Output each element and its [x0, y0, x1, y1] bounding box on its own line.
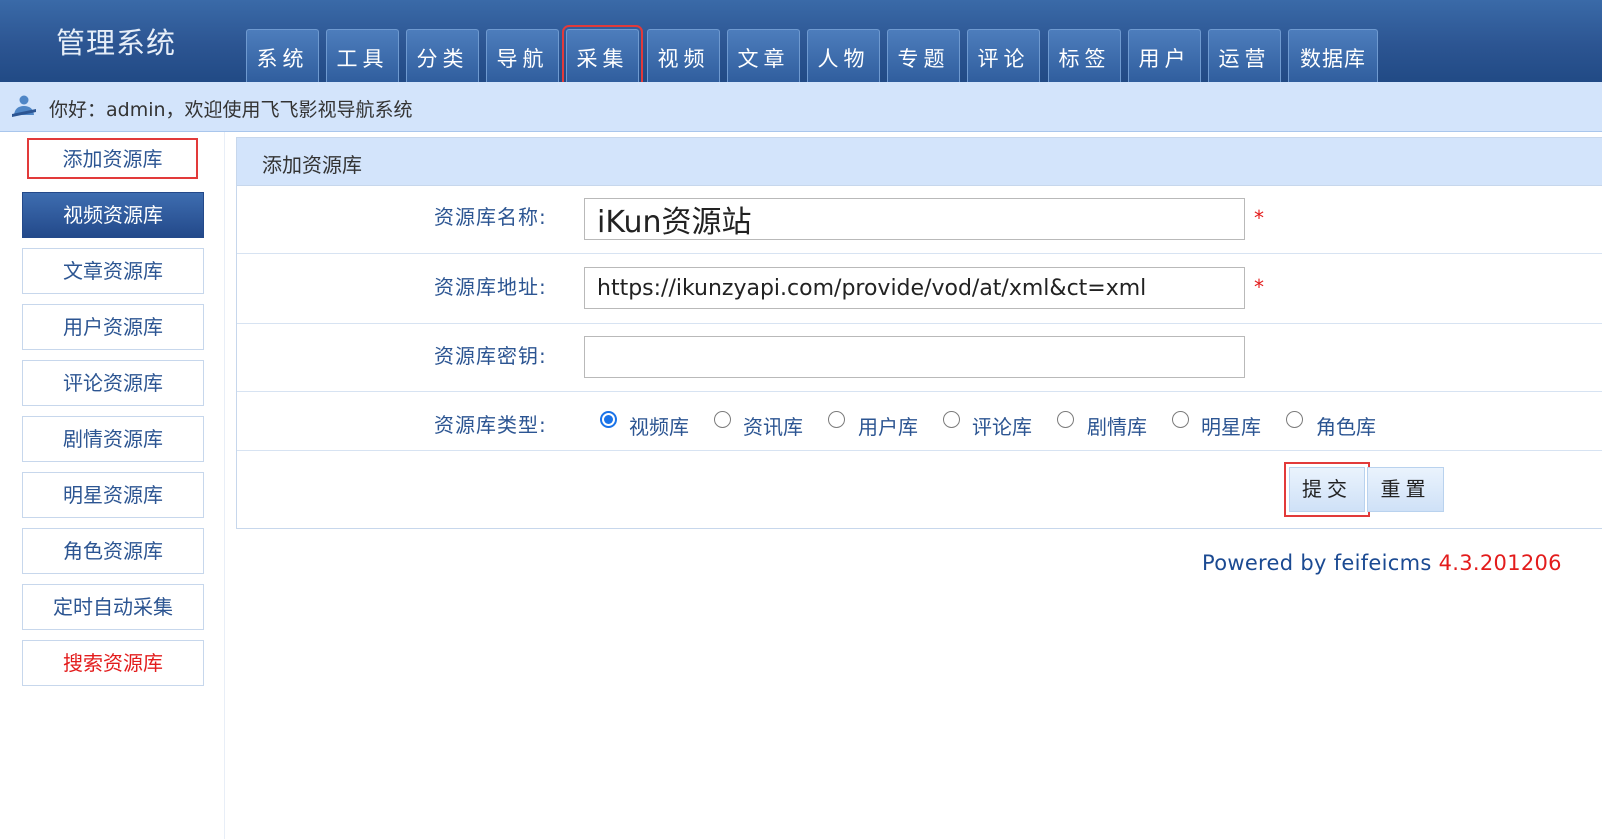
nav-tab-article[interactable]: 文章 — [727, 29, 800, 82]
sidebar-item-user-library[interactable]: 用户资源库 — [22, 304, 204, 350]
library-type-label: 资源库类型: — [434, 413, 547, 437]
nav-tab-system[interactable]: 系统 — [246, 29, 319, 82]
reset-button[interactable]: 重置 — [1367, 467, 1444, 512]
submit-button[interactable]: 提交 — [1284, 462, 1370, 517]
sidebar-item-role-library[interactable]: 角色资源库 — [22, 528, 204, 574]
nav-tab-video[interactable]: 视频 — [647, 29, 720, 82]
nav-tab-user[interactable]: 用户 — [1128, 29, 1201, 82]
radio-label-role-library: 角色库 — [1316, 415, 1376, 439]
row-divider — [237, 450, 1602, 451]
library-name-input[interactable] — [584, 198, 1245, 240]
sidebar-divider — [224, 132, 225, 839]
footer-text: Powered by feifeicms — [1202, 551, 1439, 575]
radio-label-news-library: 资讯库 — [743, 415, 803, 439]
library-name-required-mark: * — [1254, 206, 1264, 230]
panel-title: 添加资源库 — [262, 153, 362, 177]
library-name-label: 资源库名称: — [434, 205, 547, 229]
sidebar-item-comment-library[interactable]: 评论资源库 — [22, 360, 204, 406]
library-url-input[interactable] — [584, 267, 1245, 309]
row-divider — [237, 253, 1602, 254]
nav-tab-operation[interactable]: 运营 — [1208, 29, 1281, 82]
radio-user-library[interactable] — [828, 411, 845, 428]
sidebar-item-video-library[interactable]: 视频资源库 — [22, 192, 204, 238]
library-key-input[interactable] — [584, 336, 1245, 378]
library-url-label: 资源库地址: — [434, 275, 547, 299]
nav-tab-category[interactable]: 分类 — [406, 29, 479, 82]
radio-video-library[interactable] — [600, 411, 617, 428]
radio-label-video-library: 视频库 — [629, 415, 689, 439]
sidebar-item-scheduled-collect[interactable]: 定时自动采集 — [22, 584, 204, 630]
nav-tab-tools[interactable]: 工具 — [326, 29, 399, 82]
nav-tab-topic[interactable]: 专题 — [887, 29, 960, 82]
radio-label-user-library: 用户库 — [858, 415, 918, 439]
nav-tab-tag[interactable]: 标签 — [1048, 29, 1121, 82]
library-url-required-mark: * — [1254, 275, 1264, 299]
nav-tab-collect[interactable]: 采集 — [562, 25, 643, 86]
panel-header: 添加资源库 — [237, 138, 1602, 186]
sidebar-item-article-library[interactable]: 文章资源库 — [22, 248, 204, 294]
footer-powered-by: Powered by feifeicms 4.3.201206 — [1202, 551, 1562, 575]
radio-comment-library[interactable] — [943, 411, 960, 428]
top-header: 管理系统 系统 工具 分类 导航 采集 视频 文章 人物 专题 评论 标签 用户… — [0, 0, 1602, 86]
row-divider — [237, 391, 1602, 392]
welcome-bar: 你好：admin，欢迎使用飞飞影视导航系统 — [0, 82, 1602, 132]
nav-tab-database[interactable]: 数据库 — [1288, 29, 1378, 82]
nav-tab-navigation[interactable]: 导航 — [486, 29, 559, 82]
sidebar-item-add-library[interactable]: 添加资源库 — [27, 138, 198, 179]
radio-label-comment-library: 评论库 — [972, 415, 1032, 439]
footer-version: 4.3.201206 — [1438, 551, 1562, 575]
add-library-panel: 添加资源库 资源库名称: * 资源库地址: * 资源库密钥: 资源库类型: 视频… — [236, 137, 1602, 529]
welcome-text: 你好：admin，欢迎使用飞飞影视导航系统 — [49, 99, 413, 121]
radio-role-library[interactable] — [1286, 411, 1303, 428]
radio-star-library[interactable] — [1172, 411, 1189, 428]
nav-tab-comment[interactable]: 评论 — [967, 29, 1040, 82]
sidebar-item-plot-library[interactable]: 剧情资源库 — [22, 416, 204, 462]
row-divider — [237, 323, 1602, 324]
sidebar-item-star-library[interactable]: 明星资源库 — [22, 472, 204, 518]
radio-label-star-library: 明星库 — [1201, 415, 1261, 439]
radio-label-plot-library: 剧情库 — [1087, 415, 1147, 439]
user-icon — [12, 95, 36, 117]
nav-tab-person[interactable]: 人物 — [807, 29, 880, 82]
sidebar-item-search-library[interactable]: 搜索资源库 — [22, 640, 204, 686]
radio-plot-library[interactable] — [1057, 411, 1074, 428]
library-key-label: 资源库密钥: — [434, 344, 547, 368]
app-logo: 管理系统 — [56, 26, 177, 60]
radio-news-library[interactable] — [714, 411, 731, 428]
